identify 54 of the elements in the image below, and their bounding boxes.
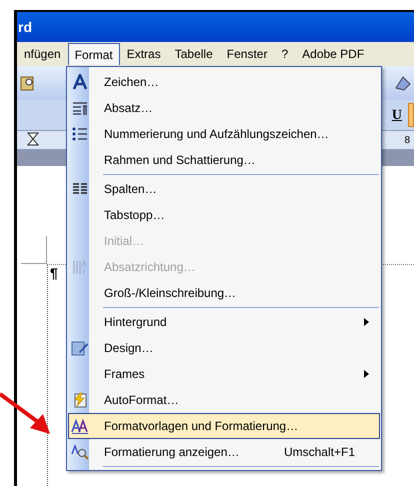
- entry-label: Formatvorlagen und Formatierung…: [104, 418, 298, 435]
- menu-entry[interactable]: Nummerierung und Aufzählungszeichen…: [68, 121, 380, 147]
- menu-entry[interactable]: Frames: [68, 361, 380, 387]
- entry-label: Tabstopp…: [104, 207, 165, 224]
- styles-icon: [71, 418, 89, 434]
- entry-label: Groß-/Kleinschreibung…: [104, 285, 236, 302]
- shortcut-label: Umschalt+F1: [284, 444, 355, 461]
- menu-entry[interactable]: Formatvorlagen und Formatierung…: [68, 413, 380, 439]
- magnifier-letter-icon: [71, 444, 89, 460]
- columns-icon: [72, 181, 88, 197]
- entry-label: Spalten…: [104, 181, 157, 198]
- indent-marker-icon[interactable]: [27, 132, 39, 148]
- menu-entry[interactable]: Design…: [68, 335, 380, 361]
- entry-label: Formatierung anzeigen…: [104, 444, 240, 461]
- margin-corner-mark: [21, 236, 47, 264]
- underline-button[interactable]: U: [392, 104, 402, 126]
- ruler-number: 8: [404, 134, 410, 148]
- menu-item[interactable]: ?: [274, 43, 296, 65]
- pointer-arrow: [0, 392, 52, 436]
- menu-entry[interactable]: Formatierung anzeigen… Umschalt+F1: [68, 439, 380, 465]
- menu-item[interactable]: Tabelle: [168, 43, 220, 65]
- submenu-arrow-icon: [364, 370, 369, 378]
- window-title: rd: [18, 18, 32, 36]
- menu-entry[interactable]: Zeichen…: [68, 69, 380, 95]
- entry-label: AutoFormat…: [104, 392, 179, 409]
- menu-item[interactable]: Format: [68, 43, 120, 65]
- menu-entry[interactable]: AutoFormat…: [68, 387, 380, 413]
- entry-label: Absatzrichtung…: [104, 259, 196, 276]
- entry-label: Design…: [104, 340, 154, 357]
- menu-item[interactable]: nfügen: [17, 43, 68, 65]
- menu-item[interactable]: Extras: [120, 43, 168, 65]
- menu-entry[interactable]: Rahmen und Schattierung…: [68, 147, 380, 173]
- lightning-page-icon: [72, 392, 88, 408]
- menu-entry[interactable]: Tabstopp…: [68, 202, 380, 228]
- bullet-list-icon: [72, 126, 88, 142]
- text-direction-icon: [72, 259, 88, 275]
- menu-item[interactable]: Adobe PDF: [295, 43, 372, 65]
- submenu-arrow-icon: [364, 318, 369, 326]
- entry-label: Rahmen und Schattierung…: [104, 152, 256, 169]
- paragraph-lines-icon: [72, 100, 88, 116]
- menu-item[interactable]: Fenster: [220, 43, 274, 65]
- menu-entry[interactable]: Groß-/Kleinschreibung…: [68, 280, 380, 306]
- menu-entry[interactable]: Spalten…: [68, 176, 380, 202]
- paragraph-mark: ¶: [50, 266, 58, 280]
- entry-label: Nummerierung und Aufzählungszeichen…: [104, 126, 329, 143]
- entry-label: Absatz…: [104, 100, 153, 117]
- entry-label: Initial…: [104, 233, 144, 250]
- entry-label: Zeichen…: [104, 74, 159, 91]
- entry-label: Hintergrund: [104, 314, 167, 331]
- entry-label: Frames: [104, 366, 145, 383]
- letter-icon: [72, 74, 88, 90]
- menu-entry[interactable]: Hintergrund: [68, 309, 380, 335]
- menu-entry[interactable]: Absatz…: [68, 95, 380, 121]
- theme-icon: [71, 340, 89, 356]
